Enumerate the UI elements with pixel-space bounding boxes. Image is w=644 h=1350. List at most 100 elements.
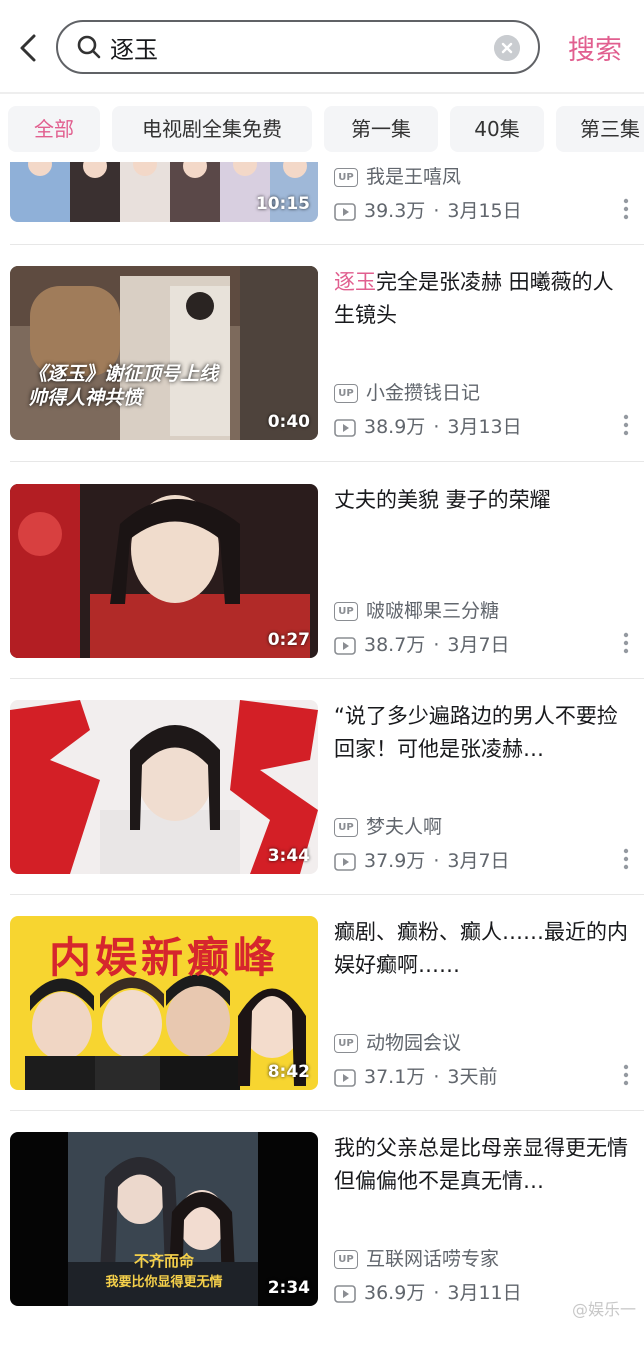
uploader-name: 互联网话唠专家 bbox=[366, 1248, 500, 1270]
search-button[interactable]: 搜索 bbox=[568, 28, 622, 67]
list-item[interactable]: 不齐而命 我要比你显得更无情 2:34 我的父亲总是比母亲显得更无情但偏偏他不是… bbox=[0, 1132, 644, 1350]
separator: · bbox=[433, 850, 440, 872]
up-badge-icon: UP bbox=[334, 1034, 358, 1053]
video-duration: 8:42 bbox=[267, 1062, 310, 1082]
divider bbox=[10, 244, 644, 245]
separator: · bbox=[433, 634, 440, 656]
divider bbox=[0, 92, 644, 94]
list-item[interactable]: 《逐玉》谢征顶号上线 帅得人神共愤 0:40 逐玉完全是张凌赫 田曦薇的人生镜头… bbox=[0, 266, 644, 484]
video-title[interactable]: 癫剧、癫粉、癫人……最近的内娱好癫啊…… bbox=[334, 916, 634, 982]
publish-date: 3天前 bbox=[447, 1066, 498, 1088]
tab-tv-full-free[interactable]: 电视剧全集免费 bbox=[112, 106, 312, 152]
search-box[interactable] bbox=[56, 20, 540, 74]
video-duration: 3:44 bbox=[267, 846, 310, 866]
uploader-name: 啵啵椰果三分糖 bbox=[366, 600, 500, 622]
view-count: 39.3万 bbox=[364, 200, 426, 222]
more-vertical-icon[interactable] bbox=[622, 414, 630, 436]
divider bbox=[10, 1110, 644, 1111]
stats-row: 38.9万 · 3月13日 bbox=[334, 412, 522, 440]
caption-line: 帅得人神共愤 bbox=[28, 387, 143, 409]
video-title[interactable]: 丈夫的美貌 妻子的荣耀 bbox=[334, 484, 634, 517]
divider bbox=[10, 461, 644, 462]
up-badge-icon: UP bbox=[334, 1250, 358, 1269]
title-highlight: 逐玉 bbox=[334, 270, 376, 294]
play-count-icon bbox=[334, 1068, 356, 1087]
view-count: 36.9万 bbox=[364, 1282, 426, 1304]
stats-row: 37.9万 · 3月7日 bbox=[334, 846, 510, 874]
uploader-row[interactable]: UP 我是王嘻凤 bbox=[334, 162, 461, 190]
thumbnail-caption: 《逐玉》谢征顶号上线 帅得人神共愤 bbox=[28, 362, 218, 410]
divider bbox=[10, 678, 644, 679]
thumbnail-banner: 内娱新癫峰 bbox=[48, 933, 279, 982]
subtitle-line: 我要比你显得更无情 bbox=[105, 1275, 223, 1290]
uploader-name: 动物园会议 bbox=[366, 1032, 462, 1054]
title-text: 完全是张凌赫 田曦薇的人生镜头 bbox=[334, 270, 614, 327]
up-badge-icon: UP bbox=[334, 384, 358, 403]
play-count-icon bbox=[334, 1284, 356, 1303]
subtitle-line: 不齐而命 bbox=[133, 1252, 194, 1270]
separator: · bbox=[433, 200, 440, 222]
tab-episode-3[interactable]: 第三集 bbox=[556, 106, 644, 152]
video-duration: 2:34 bbox=[267, 1278, 310, 1298]
publish-date: 3月15日 bbox=[447, 200, 522, 222]
uploader-name: 我是王嘻凤 bbox=[366, 166, 462, 188]
publish-date: 3月11日 bbox=[447, 1282, 522, 1304]
stats-row: 39.3万 · 3月15日 bbox=[334, 196, 522, 224]
list-item[interactable]: 0:27 丈夫的美貌 妻子的荣耀 UP 啵啵椰果三分糖 38.7万 · 3月7日 bbox=[0, 484, 644, 702]
uploader-name: 小金攒钱日记 bbox=[366, 382, 481, 404]
video-duration: 0:40 bbox=[267, 412, 310, 432]
video-thumbnail[interactable]: 0:27 bbox=[10, 484, 318, 658]
separator: · bbox=[433, 1066, 440, 1088]
video-duration: 0:27 bbox=[267, 630, 310, 650]
view-count: 37.1万 bbox=[364, 1066, 426, 1088]
uploader-name: 梦夫人啊 bbox=[366, 816, 443, 838]
thumbnail-subtitle: 不齐而命 我要比你显得更无情 bbox=[50, 1250, 278, 1290]
publish-date: 3月7日 bbox=[447, 634, 510, 656]
uploader-row[interactable]: UP 小金攒钱日记 bbox=[334, 378, 480, 406]
uploader-row[interactable]: UP 互联网话唠专家 bbox=[334, 1244, 499, 1272]
chevron-left-icon[interactable] bbox=[12, 30, 44, 66]
play-count-icon bbox=[334, 636, 356, 655]
results-list: 10:15 UP 我是王嘻凤 39.3万 · 3月15日 《逐玉》谢征顶号上线 帅得人 bbox=[0, 0, 644, 1324]
list-item[interactable]: 内娱新癫峰 8:42 癫剧、癫粉、癫人……最近的内娱好癫啊…… UP 动物园会议 … bbox=[0, 916, 644, 1134]
separator: · bbox=[433, 416, 440, 438]
more-vertical-icon[interactable] bbox=[622, 198, 630, 220]
play-count-icon bbox=[334, 202, 356, 221]
search-icon bbox=[77, 35, 101, 59]
more-vertical-icon[interactable] bbox=[622, 848, 630, 870]
video-thumbnail[interactable]: 《逐玉》谢征顶号上线 帅得人神共愤 0:40 bbox=[10, 266, 318, 440]
publish-date: 3月13日 bbox=[447, 416, 522, 438]
tab-all[interactable]: 全部 bbox=[8, 106, 100, 152]
tab-episode-1[interactable]: 第一集 bbox=[324, 106, 438, 152]
view-count: 37.9万 bbox=[364, 850, 426, 872]
clear-icon[interactable] bbox=[494, 35, 520, 61]
uploader-row[interactable]: UP 梦夫人啊 bbox=[334, 812, 442, 840]
video-thumbnail[interactable]: 3:44 bbox=[10, 700, 318, 874]
divider bbox=[10, 894, 644, 895]
stats-row: 37.1万 · 3天前 bbox=[334, 1062, 497, 1090]
video-title[interactable]: 我的父亲总是比母亲显得更无情但偏偏他不是真无情… bbox=[334, 1132, 634, 1198]
up-badge-icon: UP bbox=[334, 168, 358, 187]
video-thumbnail[interactable]: 不齐而命 我要比你显得更无情 2:34 bbox=[10, 1132, 318, 1306]
tab-40-episodes[interactable]: 40集 bbox=[450, 106, 544, 152]
video-duration: 10:15 bbox=[255, 194, 310, 214]
list-item[interactable]: 3:44 “说了多少遍路边的男人不要捡回家！可他是张凌赫… UP 梦夫人啊 37.… bbox=[0, 700, 644, 918]
search-input[interactable] bbox=[110, 28, 490, 66]
view-count: 38.7万 bbox=[364, 634, 426, 656]
up-badge-icon: UP bbox=[334, 818, 358, 837]
view-count: 38.9万 bbox=[364, 416, 426, 438]
up-badge-icon: UP bbox=[334, 602, 358, 621]
more-vertical-icon[interactable] bbox=[622, 1064, 630, 1086]
separator: · bbox=[433, 1282, 440, 1304]
video-title[interactable]: 逐玉完全是张凌赫 田曦薇的人生镜头 bbox=[334, 266, 634, 332]
uploader-row[interactable]: UP 动物园会议 bbox=[334, 1028, 461, 1056]
caption-line: 《逐玉》谢征顶号上线 bbox=[28, 363, 219, 385]
stats-row: 38.7万 · 3月7日 bbox=[334, 630, 510, 658]
search-header: 搜索 bbox=[0, 0, 644, 96]
stats-row: 36.9万 · 3月11日 bbox=[334, 1278, 522, 1306]
more-vertical-icon[interactable] bbox=[622, 632, 630, 654]
video-title[interactable]: “说了多少遍路边的男人不要捡回家！可他是张凌赫… bbox=[334, 700, 634, 766]
filter-tabs: 全部 电视剧全集免费 第一集 40集 第三集 bbox=[0, 100, 644, 162]
video-thumbnail[interactable]: 内娱新癫峰 8:42 bbox=[10, 916, 318, 1090]
uploader-row[interactable]: UP 啵啵椰果三分糖 bbox=[334, 596, 499, 624]
